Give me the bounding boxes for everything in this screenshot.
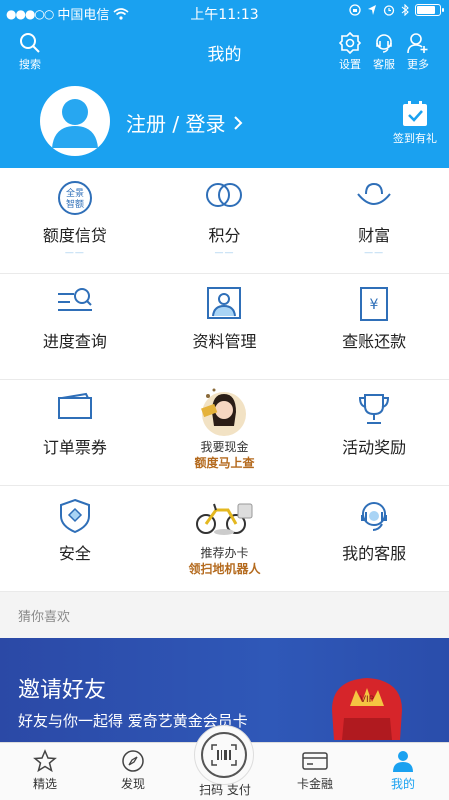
- chevron-right-icon: [234, 115, 243, 130]
- grid-item-wealth[interactable]: 财富 ——: [299, 168, 449, 274]
- grid-item-label: 活动奖励: [342, 438, 407, 457]
- grid-row: 全景 智额 额度信贷 —— 积分 —— 财富 ——: [0, 168, 449, 274]
- guess-you-like-header: 猜你喜欢: [0, 592, 449, 638]
- promo-line2: 领扫地机器人: [188, 562, 261, 576]
- bill-yuan-icon: ¥: [360, 287, 389, 321]
- headset-icon: [361, 502, 388, 531]
- signin-label: 签到有礼: [393, 132, 437, 145]
- shield-icon: [59, 498, 90, 534]
- location-icon: [368, 5, 376, 15]
- profile-card-icon: [207, 287, 242, 319]
- vip-text: VIP: [360, 695, 375, 705]
- tab-bar: 精选 发现 扫码 支付 卡金融 我的: [0, 725, 449, 800]
- add-user-icon: [407, 33, 428, 54]
- star-icon: [33, 749, 57, 773]
- tab-label: 卡金融: [296, 777, 333, 791]
- grid-row: 安全 推荐办卡 领扫地机器人 我的客服: [0, 486, 449, 592]
- battery-icon: [415, 4, 444, 16]
- profile-section: 注册 / 登录 签到有礼: [0, 86, 449, 166]
- compass-icon: [122, 750, 144, 772]
- login-text: 注册 / 登录: [126, 112, 226, 136]
- card-icon: [302, 752, 328, 770]
- svg-text:智额: 智额: [66, 198, 84, 210]
- grid-row: 订单票券 我要现金 额度马上查 活动奖励: [0, 380, 449, 486]
- tab-label: 我的: [390, 777, 415, 791]
- grid-item-tickets[interactable]: 订单票券: [0, 380, 150, 486]
- alarm-icon: [383, 5, 395, 16]
- grid-item-progress[interactable]: 进度查询: [0, 274, 150, 380]
- grid-item-label: 查账还款: [342, 332, 407, 351]
- grid-row: 进度查询 资料管理 ¥ 查账还款: [0, 274, 449, 380]
- tab-featured[interactable]: 精选: [0, 743, 90, 800]
- grid-item-dash: ——: [214, 248, 235, 258]
- settings-label: 设置: [339, 58, 361, 71]
- tab-label: 精选: [32, 777, 57, 791]
- promo-woman-icon: [201, 388, 247, 436]
- quota-badge-icon: 全景智额: [57, 181, 92, 215]
- promo-cash-quota[interactable]: 我要现金 额度马上查: [150, 380, 300, 486]
- scan-pay-label: 扫码 支付: [199, 783, 251, 797]
- svg-text:全景: 全景: [66, 187, 84, 199]
- more-label: 更多: [407, 58, 429, 71]
- guess-label: 猜你喜欢: [18, 610, 71, 625]
- gear-icon: [339, 32, 361, 54]
- signin-button[interactable]: 签到有礼: [393, 100, 437, 146]
- tab-mine[interactable]: 我的: [358, 743, 448, 800]
- grid-item-customer-service[interactable]: 我的客服: [299, 486, 449, 592]
- grid-item-security[interactable]: 安全: [0, 486, 150, 592]
- grid-item-label: 资料管理: [192, 332, 257, 351]
- more-button[interactable]: 更多: [398, 32, 438, 72]
- grid-item-label: 我的客服: [342, 544, 407, 563]
- status-bar: ●●●○○ 中国电信 上午11:13: [0, 0, 449, 24]
- grid-item-rewards[interactable]: 活动奖励: [299, 380, 449, 486]
- lock-rotation-icon: [349, 4, 361, 16]
- barcode-scan-icon: [211, 744, 237, 766]
- grid-item-bill[interactable]: ¥ 查账还款: [299, 274, 449, 380]
- grid-item-label: 财富: [358, 226, 391, 245]
- grid-item-profile[interactable]: 资料管理: [150, 274, 300, 380]
- service-label: 客服: [373, 58, 395, 71]
- promo-line1: 推荐办卡: [200, 546, 249, 560]
- bluetooth-icon: [401, 4, 409, 16]
- user-icon: [393, 751, 413, 772]
- tab-scan-pay[interactable]: [194, 725, 254, 785]
- login-link[interactable]: 注册 / 登录: [126, 108, 243, 137]
- scan-button: [201, 732, 247, 778]
- nav-bar: 搜索 我的 设置 客服 更多: [0, 28, 449, 72]
- status-right: [349, 4, 444, 16]
- ingot-icon: [357, 182, 391, 205]
- grid-item-label: 进度查询: [42, 332, 107, 351]
- banner-title: 邀请好友: [18, 678, 107, 703]
- calendar-check-icon: [403, 101, 427, 126]
- grid-item-points[interactable]: 积分 ——: [150, 168, 300, 274]
- progress-search-icon: [57, 288, 92, 311]
- feature-grid: 全景 智额 额度信贷 —— 积分 —— 财富 —— 进度查询 资料管理 ¥ 查账还…: [0, 168, 449, 592]
- points-icon: [206, 183, 243, 207]
- promo-bike-icon: [196, 503, 253, 535]
- promo-recommend-card[interactable]: 推荐办卡 领扫地机器人: [150, 486, 300, 592]
- promo-line2: 额度马上查: [194, 456, 255, 470]
- header: ●●●○○ 中国电信 上午11:13 搜索 我的 设置 客服 更多 注册 / 登…: [0, 0, 449, 168]
- trophy-icon: [359, 394, 390, 424]
- headset-icon: [376, 34, 392, 53]
- vip-throne-icon: VIP: [332, 678, 402, 740]
- grid-item-dash: ——: [364, 248, 385, 258]
- grid-item-label: 积分: [208, 226, 241, 245]
- grid-item-quota[interactable]: 全景 智额 额度信贷 ——: [0, 168, 150, 274]
- grid-item-dash: ——: [64, 248, 85, 258]
- svg-text:¥: ¥: [370, 297, 379, 313]
- promo-line1: 我要现金: [200, 440, 249, 454]
- tab-card-finance[interactable]: 卡金融: [270, 743, 360, 800]
- grid-item-label: 额度信贷: [42, 226, 107, 245]
- default-avatar-icon: [52, 99, 98, 148]
- tab-label: 发现: [120, 777, 145, 791]
- tab-discover[interactable]: 发现: [88, 743, 178, 800]
- ticket-icon: [57, 392, 92, 419]
- avatar[interactable]: [40, 86, 110, 156]
- grid-item-label: 订单票券: [42, 438, 107, 457]
- grid-item-label: 安全: [58, 544, 91, 563]
